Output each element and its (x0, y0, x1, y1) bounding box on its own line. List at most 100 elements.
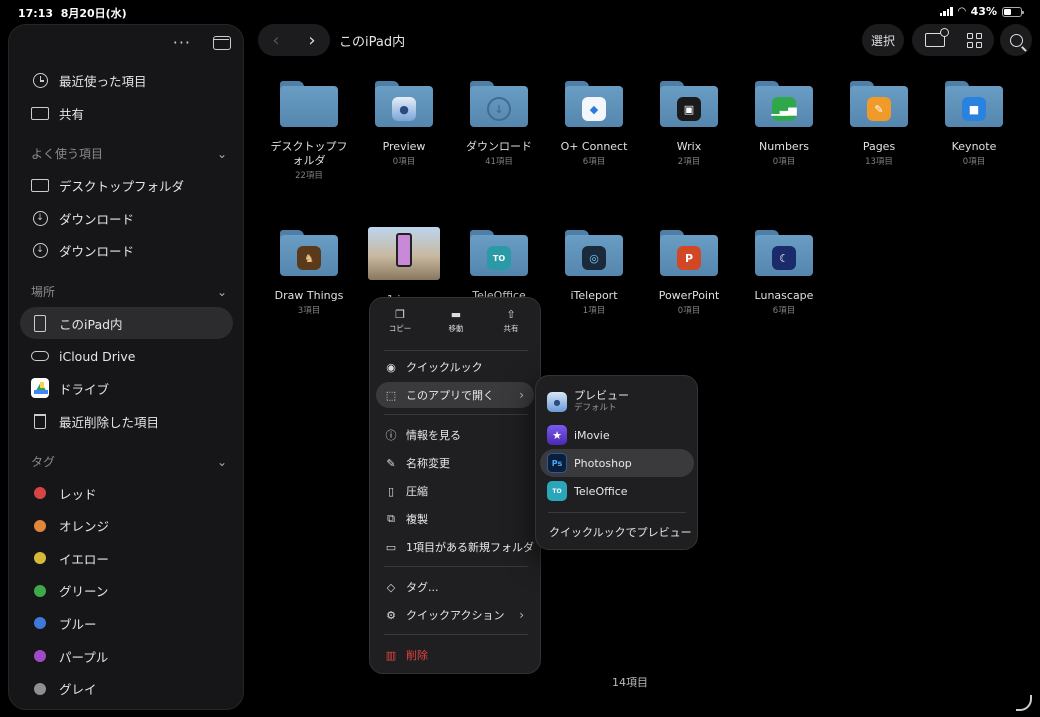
file-name: Numbers (759, 140, 809, 153)
trash-icon (31, 412, 49, 430)
menu-item-rename[interactable]: ✎ 名称変更 (376, 450, 534, 476)
menu-item-open-with[interactable]: ⬚ このアプリで開く › (376, 382, 534, 408)
more-icon[interactable]: ··· (173, 33, 191, 52)
menu-divider (384, 634, 528, 635)
folder-item[interactable]: ▣ Wrix 2項目 (639, 81, 739, 167)
submenu-item-label: TeleOffice (574, 484, 628, 498)
tags-header[interactable]: タグ ⌄ (31, 453, 227, 470)
folder-icon: ● (375, 81, 433, 127)
file-count: 0項目 (962, 157, 986, 167)
favorites-header[interactable]: よく使う項目 ⌄ (31, 145, 227, 162)
tag-color-dot (31, 680, 49, 698)
sidebar-toggle-icon[interactable] (213, 35, 231, 50)
sidebar-tag-item[interactable]: パープル (31, 645, 108, 667)
sidebar-tag-item[interactable]: レッド (31, 482, 97, 504)
sidebar-tag-item[interactable]: グレイ (31, 678, 97, 700)
file-count: 41項目 (485, 157, 513, 167)
open-in-app-icon: ⬚ (385, 388, 397, 402)
phone-in-photo (396, 233, 412, 267)
chevron-right-icon: › (519, 608, 524, 622)
submenu-item-preview[interactable]: ● プレビュー デフォルト (540, 386, 694, 418)
folder-item[interactable]: ♞ Draw Things 3項目 (259, 230, 359, 316)
select-button[interactable]: 選択 (862, 24, 904, 56)
folder-item[interactable]: ☾ Lunascape 6項目 (734, 230, 834, 316)
eye-icon: ◉ (386, 360, 396, 374)
file-count: 0項目 (392, 157, 416, 167)
teleoffice-app-icon: TO (547, 481, 567, 501)
sidebar-item-label: 最近削除した項目 (59, 414, 160, 430)
preview-app-icon: ● (547, 392, 567, 412)
sidebar-item-label: ダウンロード (59, 211, 135, 227)
share-action[interactable]: ⇧ 共有 (491, 308, 531, 334)
menu-item-delete[interactable]: ▥ 削除 (376, 642, 534, 668)
sidebar-tag-item[interactable]: イエロー (31, 547, 109, 569)
app-badge-icon: TO (487, 246, 511, 270)
forward-button[interactable]: › (294, 30, 330, 51)
menu-item-quicklook[interactable]: ◉ クイックルック (376, 354, 534, 380)
new-folder-icon[interactable] (924, 28, 949, 47)
app-badge-icon: ◆ (582, 97, 606, 121)
folder-item[interactable]: ● Preview 0項目 (354, 81, 454, 167)
sidebar-item-label: ブルー (59, 616, 97, 632)
folder-icon (280, 81, 338, 127)
folder-item[interactable]: ◆ O+ Connect 6項目 (544, 81, 644, 167)
sidebar-item-on-my-ipad[interactable]: このiPad内 (31, 312, 123, 334)
grid-view-icon[interactable] (966, 32, 982, 48)
submenu-item-quicklook-preview[interactable]: クイックルックでプレビュー (540, 518, 694, 546)
sidebar-item-downloads-1[interactable]: ↓ ダウンロード (31, 207, 134, 229)
file-count: 6項目 (772, 306, 796, 316)
sidebar-tag-item[interactable]: グリーン (31, 580, 108, 602)
menu-item-tags[interactable]: ◇ タグ... (376, 574, 534, 600)
folder-icon: ▬ (450, 308, 462, 321)
status-date-text: 8月20日(水) (60, 7, 127, 20)
sidebar-item-recent[interactable]: 最近使った項目 (31, 69, 147, 91)
folder-item[interactable]: TO TeleOffice (449, 230, 549, 304)
menu-item-duplicate[interactable]: ⧉ 複製 (376, 506, 534, 532)
menu-item-info[interactable]: ⓘ 情報を見る (376, 422, 534, 448)
tags-header-label: タグ (31, 455, 56, 469)
tag-icon: ◇ (386, 580, 396, 594)
archive-icon: ▯ (387, 484, 395, 498)
submenu-item-teleoffice[interactable]: TO TeleOffice (540, 477, 694, 505)
battery-percent: 43% (970, 5, 997, 18)
folder-item[interactable]: P PowerPoint 0項目 (639, 230, 739, 316)
menu-item-compress[interactable]: ▯ 圧縮 (376, 478, 534, 504)
cloud-icon (31, 347, 49, 365)
file-count: 3項目 (297, 306, 321, 316)
search-button[interactable] (1000, 24, 1032, 56)
folder-item[interactable]: ✎ Pages 13項目 (829, 81, 929, 167)
copy-action[interactable]: ❐ コピー (380, 308, 420, 334)
folder-item[interactable]: ↓ ダウンロード 41項目 (449, 81, 549, 167)
sidebar-item-label: グレイ (59, 682, 97, 698)
menu-item-label: 圧縮 (406, 485, 428, 498)
menu-item-label: 削除 (406, 649, 428, 662)
locations-header[interactable]: 場所 ⌄ (31, 283, 227, 300)
folder-item[interactable]: ▁▃▅ Numbers 0項目 (734, 81, 834, 167)
back-button[interactable]: ‹ (258, 30, 294, 51)
trash-icon: ▥ (385, 648, 397, 662)
sidebar-tag-item[interactable]: オレンジ (31, 515, 109, 537)
sidebar-item-downloads-2[interactable]: ↓ ダウンロード (31, 239, 134, 261)
move-action[interactable]: ▬ 移動 (436, 308, 476, 334)
folder-icon: ✎ (850, 81, 908, 127)
submenu-item-photoshop[interactable]: Ps Photoshop (540, 449, 694, 477)
submenu-item-imovie[interactable]: ★ iMovie (540, 421, 694, 449)
battery-icon (1002, 6, 1024, 17)
sidebar-item-shared[interactable]: 共有 (31, 102, 84, 124)
file-name: Draw Things (274, 289, 344, 302)
menu-item-new-folder[interactable]: ▭ 1項目がある新規フォルダ (376, 534, 534, 560)
sidebar: ··· 最近使った項目 共有 よく使う項目 ⌄ デスクトップフォルダ ↓ ダウン… (8, 24, 244, 710)
sidebar-item-drive[interactable]: ドライブ (31, 377, 109, 399)
folder-item[interactable]: ■ Keynote 0項目 (924, 81, 1024, 167)
sidebar-item-icloud[interactable]: iCloud Drive (31, 345, 135, 367)
sidebar-item-desktop[interactable]: デスクトップフォルダ (31, 174, 184, 196)
new-folder-icon: ▭ (385, 540, 397, 554)
sidebar-item-label: デスクトップフォルダ (59, 178, 185, 194)
menu-item-quick-actions[interactable]: ⚙ クイックアクション › (376, 602, 534, 628)
resize-handle-icon[interactable] (1016, 695, 1032, 711)
chevron-right-icon: › (519, 388, 524, 402)
folder-item[interactable]: ◎ iTeleport 1項目 (544, 230, 644, 316)
folder-item[interactable]: デスクトップフォルダ 22項目 (259, 81, 359, 181)
sidebar-item-trash[interactable]: 最近削除した項目 (31, 410, 159, 432)
sidebar-tag-item[interactable]: ブルー (31, 612, 97, 634)
